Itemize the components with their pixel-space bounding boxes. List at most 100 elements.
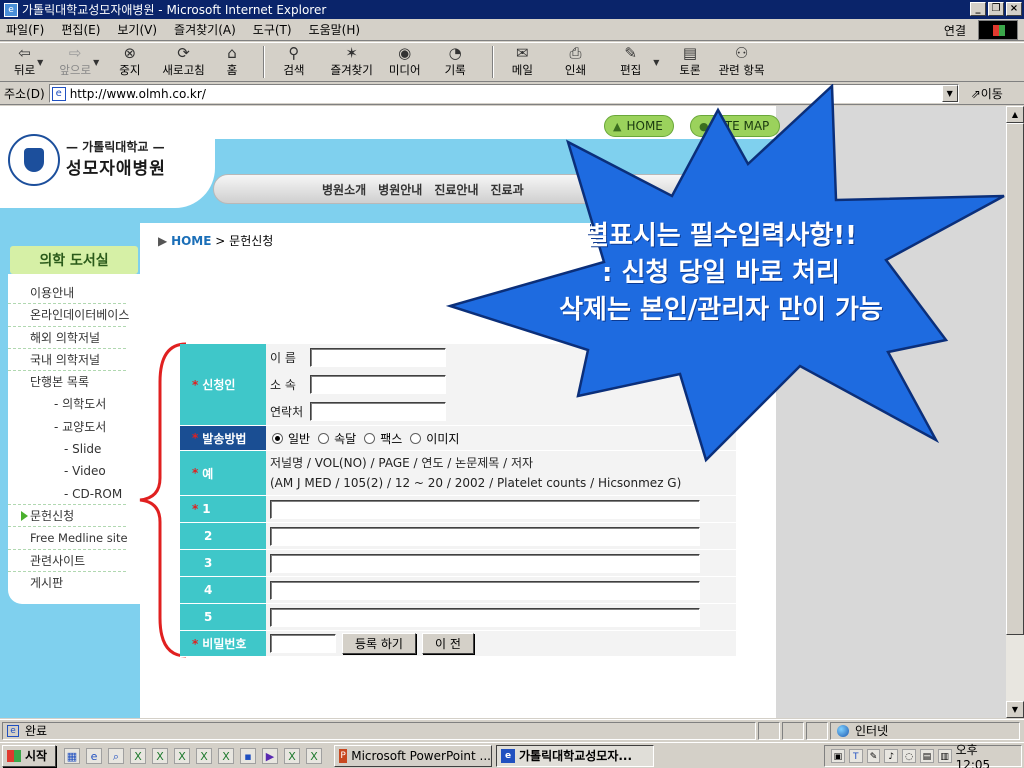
- tray-icon[interactable]: T: [848, 749, 863, 763]
- sidebar-item[interactable]: 국내 의학저널: [8, 349, 126, 372]
- delivery-radio-normal[interactable]: 일반: [272, 430, 310, 447]
- related-button[interactable]: ⚇ 관련 항목: [719, 43, 765, 81]
- tray-icon[interactable]: ▣: [831, 749, 845, 763]
- favorites-button[interactable]: ✶ 즐겨찾기: [331, 43, 373, 81]
- menu-tools[interactable]: 도구(T): [253, 21, 292, 38]
- stop-button[interactable]: ⊗ 중지: [119, 43, 140, 81]
- back-arrow-icon: ⇦: [18, 44, 31, 62]
- nav-hospital-intro[interactable]: 병원소개: [322, 181, 366, 198]
- refresh-button[interactable]: ⟳ 새로고침: [162, 43, 204, 81]
- maximize-button[interactable]: ❐: [988, 2, 1004, 16]
- sidebar-subitem[interactable]: - Video: [8, 460, 126, 482]
- back-dropdown-icon[interactable]: ▼: [37, 58, 43, 67]
- sidebar-item[interactable]: 해외 의학저널: [8, 327, 126, 349]
- request-row-1: * 1: [180, 496, 736, 523]
- previous-button[interactable]: 이 전: [421, 633, 474, 654]
- dept-input[interactable]: [310, 375, 446, 394]
- edit-dropdown-icon[interactable]: ▼: [653, 58, 659, 67]
- delivery-radio-express[interactable]: 속달: [318, 430, 356, 447]
- menu-favorites[interactable]: 즐겨찾기(A): [174, 21, 236, 38]
- example-label: * 예: [180, 451, 266, 496]
- delivery-radio-fax[interactable]: 팩스: [364, 430, 402, 447]
- print-button[interactable]: ⎙ 인쇄: [565, 43, 586, 81]
- links-label[interactable]: 연결: [944, 22, 966, 39]
- name-input[interactable]: [310, 348, 446, 368]
- submit-button[interactable]: 등록 하기: [342, 633, 416, 654]
- calendar-icon[interactable]: ▤: [919, 749, 934, 763]
- excel-icon[interactable]: X: [152, 747, 168, 764]
- menu-edit[interactable]: 편집(E): [61, 21, 100, 38]
- tray-icon[interactable]: ◌: [902, 749, 916, 763]
- sidebar-item[interactable]: 단행본 목록: [8, 371, 126, 393]
- history-icon: ◔: [448, 44, 462, 62]
- sidebar-item[interactable]: 이용안내: [8, 282, 126, 305]
- forward-button[interactable]: ⇨ 앞으로: [59, 43, 91, 81]
- excel-icon[interactable]: X: [174, 747, 190, 764]
- menu-help[interactable]: 도움말(H): [309, 21, 361, 38]
- status-bar: e 완료 인터넷: [0, 719, 1024, 741]
- password-input[interactable]: [270, 634, 336, 653]
- sidebar-item[interactable]: 게시판: [8, 572, 126, 594]
- minimize-button[interactable]: _: [970, 2, 986, 16]
- sidebar-subitem[interactable]: - CD-ROM: [8, 483, 126, 505]
- mail-icon: ✉: [516, 44, 529, 62]
- forward-dropdown-icon[interactable]: ▼: [93, 58, 99, 67]
- taskbar-item-powerpoint[interactable]: P Microsoft PowerPoint ...: [334, 744, 492, 767]
- app-icon[interactable]: ▪: [240, 747, 256, 764]
- desktop-icon[interactable]: ▦: [64, 747, 80, 764]
- sidebar-item[interactable]: 관련사이트: [8, 550, 126, 572]
- mail-button[interactable]: ✉ 메일: [512, 43, 533, 81]
- address-label: 주소(D): [4, 87, 45, 101]
- request-input-3[interactable]: [270, 553, 700, 573]
- request-input-1[interactable]: [270, 499, 700, 519]
- sidebar-item[interactable]: Free Medline site: [8, 527, 128, 550]
- name-label: 이 름: [270, 351, 296, 366]
- sidebar-subitem[interactable]: - 의학도서: [8, 393, 126, 415]
- request-input-4[interactable]: [270, 580, 700, 600]
- back-button[interactable]: ⇦ 뒤로: [14, 43, 35, 81]
- request-cell: [266, 550, 736, 577]
- toolbar-separator: [263, 46, 266, 78]
- excel-icon[interactable]: X: [284, 747, 300, 764]
- ie-quicklaunch-icon[interactable]: e: [86, 747, 102, 764]
- request-input-5[interactable]: [270, 607, 700, 627]
- close-button[interactable]: ×: [1006, 2, 1022, 16]
- menu-view[interactable]: 보기(V): [117, 21, 157, 38]
- sidebar-item-active[interactable]: 문헌신청: [8, 505, 126, 528]
- tray-icon[interactable]: ▥: [937, 749, 952, 763]
- explorer-icon[interactable]: ⌕: [108, 747, 124, 764]
- sidebar-subitem[interactable]: - Slide: [8, 438, 126, 460]
- taskbar-item-browser[interactable]: e 가톨릭대학교성모자...: [496, 744, 654, 767]
- excel-icon[interactable]: X: [218, 747, 234, 764]
- sidebar-item[interactable]: 온라인데이터베이스: [8, 304, 129, 327]
- logo-title[interactable]: 성모자애병원: [66, 154, 166, 179]
- media-button[interactable]: ◉ 미디어: [389, 43, 421, 81]
- menu-file[interactable]: 파일(F): [6, 21, 44, 38]
- scroll-down-icon[interactable]: ▼: [1006, 701, 1024, 718]
- taskbar-clock[interactable]: 오후 12:05: [956, 741, 1015, 768]
- sidebar-subitem[interactable]: - 교양도서: [8, 416, 126, 438]
- contact-input[interactable]: [310, 401, 446, 421]
- search-button[interactable]: ⚲ 검색: [283, 43, 304, 81]
- request-cell: [266, 496, 736, 523]
- edit-button[interactable]: ✎ 편집: [620, 43, 641, 81]
- excel-icon[interactable]: X: [306, 747, 322, 764]
- status-text: 완료: [25, 724, 48, 738]
- excel-icon[interactable]: X: [196, 747, 212, 764]
- password-cell: 등록 하기 이 전: [266, 631, 736, 657]
- forward-arrow-icon: ⇨: [68, 44, 82, 62]
- volume-icon[interactable]: ♪: [884, 749, 899, 763]
- history-button[interactable]: ◔ 기록: [445, 43, 466, 81]
- sidebar-heading: 의학 도서실: [10, 246, 138, 274]
- nav-hospital-guide[interactable]: 병원안내: [378, 181, 422, 198]
- breadcrumb-home[interactable]: HOME: [171, 234, 211, 248]
- tray-icon[interactable]: ✎: [866, 749, 881, 763]
- media-player-icon[interactable]: ▶: [262, 747, 278, 764]
- request-input-2[interactable]: [270, 526, 700, 546]
- home-button[interactable]: ⌂ 홈: [227, 43, 238, 81]
- excel-icon[interactable]: X: [130, 747, 146, 764]
- university-seal-logo[interactable]: [8, 134, 60, 186]
- start-button[interactable]: 시작: [2, 744, 56, 767]
- window-title-bar: e 가톨릭대학교성모자애병원 - Microsoft Internet Expl…: [0, 0, 1024, 19]
- discuss-button[interactable]: ▤ 토론: [679, 43, 700, 81]
